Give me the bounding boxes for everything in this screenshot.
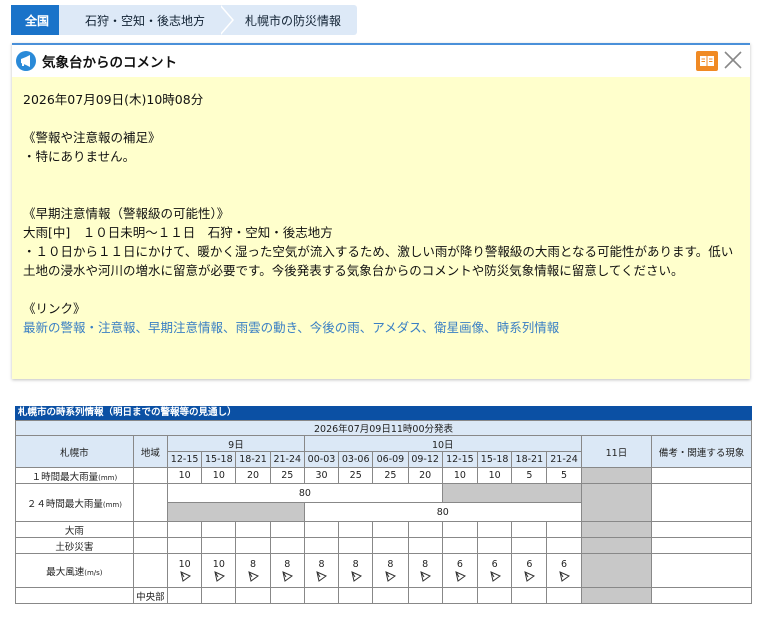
wind-direction-arrow-icon	[489, 570, 501, 582]
rain-24h-value-b: 80	[303, 502, 582, 522]
wind-cell: 6	[441, 553, 479, 588]
timeseries-table: 2026年07月09日11時00分発表 札幌市 地域 9日 10日 11日 備考…	[15, 420, 752, 604]
wind-cell: 8	[269, 553, 305, 588]
value-cell: 30	[303, 467, 340, 484]
value-cell: 5	[511, 467, 548, 484]
hour-cell: 21-24	[546, 451, 582, 468]
wind-direction-arrow-icon	[282, 570, 294, 582]
weather-comment-panel: 気象台からのコメント 2026年07月09日(木)10時08分 《警報や注意報の…	[12, 43, 750, 379]
value-cell: 20	[407, 467, 443, 484]
row-landslide: 土砂災害	[15, 537, 752, 554]
wind-direction-arrow-icon	[350, 570, 362, 582]
wind-cell: 10	[201, 553, 237, 588]
row-label: 最大風速(m/s)	[15, 553, 134, 588]
header-day-10: 10日	[303, 435, 582, 452]
comment-datetime: 2026年07月09日(木)10時08分	[23, 92, 204, 107]
hour-cell: 12-15	[441, 451, 479, 468]
row-heavy-rain: 大雨	[15, 521, 752, 538]
row-partial: 中央部	[15, 587, 752, 604]
wind-direction-arrow-icon	[524, 570, 536, 582]
links-heading: 《リンク》	[23, 301, 86, 316]
wind-cell: 8	[303, 553, 340, 588]
header-notes: 備考・関連する現象	[651, 435, 752, 468]
row-label: 土砂災害	[15, 537, 134, 554]
row-label: １時間最大雨量(mm)	[15, 467, 134, 484]
value-cell: 25	[372, 467, 409, 484]
supplement-text: ・特にありません。	[23, 149, 136, 164]
row-label: ２４時間最大雨量(mm)	[15, 483, 134, 522]
wind-cell: 6	[511, 553, 548, 588]
header-city: 札幌市	[15, 435, 134, 468]
value-cell: 20	[235, 467, 271, 484]
wind-direction-arrow-icon	[248, 570, 260, 582]
value-cell: 10	[441, 467, 479, 484]
wind-cell: 8	[338, 553, 374, 588]
value-cell: 5	[546, 467, 582, 484]
timeseries-title: 札幌市の時系列情報（明日までの警報等の見通し）	[15, 406, 752, 420]
breadcrumb-home-link[interactable]: 全国	[8, 5, 73, 35]
value-cell: 10	[166, 467, 203, 484]
wind-cell: 8	[372, 553, 409, 588]
row-wind: 最大風速(m/s) 10 10 8 8 8 8 8 8 6 6 6 6	[15, 553, 752, 588]
issued-time: 2026年07月09日11時00分発表	[15, 420, 752, 436]
value-cell: 25	[338, 467, 374, 484]
hour-cell: 09-12	[407, 451, 443, 468]
hour-cell: 00-03	[303, 451, 340, 468]
hour-cell: 15-18	[476, 451, 513, 468]
hour-cell: 12-15	[166, 451, 203, 468]
timeseries-table-section: 札幌市の時系列情報（明日までの警報等の見通し） 2026年07月09日11時00…	[15, 406, 752, 604]
hour-cell: 06-09	[372, 451, 409, 468]
wind-direction-arrow-icon	[179, 570, 191, 582]
value-cell: 25	[269, 467, 305, 484]
link-amedas[interactable]: アメダス	[372, 320, 421, 335]
wind-cell: 8	[407, 553, 443, 588]
link-future-rain[interactable]: 今後の雨	[310, 320, 360, 335]
hour-cell: 18-21	[511, 451, 548, 468]
early-warning-heading: 《早期注意情報（警報級の可能性）》	[23, 206, 230, 221]
early-warning-text: ・１０日から１１日にかけて、暖かく湿った空気が流入するため、激しい雨が降り警報級…	[23, 244, 734, 278]
wind-cell: 6	[476, 553, 513, 588]
wind-cell: 8	[235, 553, 271, 588]
header-day-9: 9日	[167, 435, 305, 452]
value-cell: 10	[476, 467, 513, 484]
panel-title: 気象台からのコメント	[42, 55, 177, 71]
breadcrumb-region-link[interactable]: 石狩・空知・後志地方	[59, 5, 235, 35]
row-rain-1h: １時間最大雨量(mm) 10 10 20 25 30 25 25 20 10 1…	[15, 467, 752, 484]
area-cell: 中央部	[132, 587, 169, 604]
header-day-11: 11日	[580, 435, 653, 468]
link-rain-clouds[interactable]: 雨雲の動き	[236, 320, 298, 335]
panel-header: 気象台からのコメント	[12, 45, 750, 77]
hour-cell: 15-18	[201, 451, 237, 468]
panel-body: 2026年07月09日(木)10時08分 《警報や注意報の補足》 ・特にありませ…	[12, 77, 750, 350]
value-cell: 10	[201, 467, 237, 484]
link-timeseries[interactable]: 時系列情報	[497, 320, 560, 335]
wind-direction-arrow-icon	[214, 570, 225, 582]
book-icon[interactable]	[696, 51, 718, 71]
wind-direction-arrow-icon	[455, 570, 466, 582]
rain-24h-value-a: 80	[167, 483, 443, 503]
breadcrumb: 全国 石狩・空知・後志地方 札幌市の防災情報	[8, 5, 358, 35]
wind-direction-arrow-icon	[420, 570, 432, 582]
breadcrumb-current: 札幌市の防災情報	[219, 5, 358, 35]
header-area: 地域	[132, 435, 169, 468]
link-satellite[interactable]: 衛星画像	[434, 320, 484, 335]
row-rain-24h: ２４時間最大雨量(mm) 80	[15, 483, 752, 522]
early-warning-line: 大雨[中] １０日未明～１１日 石狩・空知・後志地方	[23, 225, 333, 240]
wind-direction-arrow-icon	[385, 570, 397, 582]
supplement-heading: 《警報や注意報の補足》	[23, 130, 161, 145]
row-label: 大雨	[15, 521, 134, 538]
megaphone-icon	[16, 51, 36, 71]
hour-cell: 18-21	[235, 451, 271, 468]
link-early-warning[interactable]: 早期注意情報	[148, 320, 223, 335]
links-list: 最新の警報・注意報、早期注意情報、雨雲の動き、今後の雨、アメダス、衛星画像、時系…	[23, 320, 560, 335]
hour-cell: 03-06	[338, 451, 374, 468]
wind-cell: 10	[166, 553, 203, 588]
wind-direction-arrow-icon	[316, 570, 328, 582]
wind-cell: 6	[546, 553, 582, 588]
wind-direction-arrow-icon	[559, 570, 571, 582]
hour-cell: 21-24	[269, 451, 305, 468]
close-icon[interactable]	[722, 49, 744, 71]
link-warnings[interactable]: 最新の警報・注意報	[23, 320, 136, 335]
